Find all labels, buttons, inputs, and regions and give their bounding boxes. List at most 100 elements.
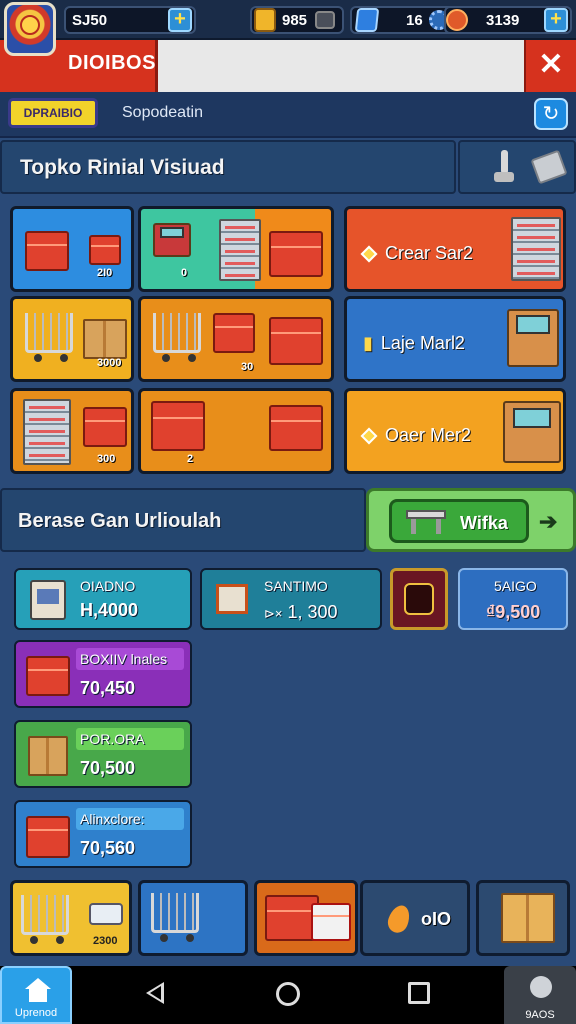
item-slot-box[interactable]	[476, 880, 570, 956]
shop-tile-row2-main[interactable]: ▮ Laje Marl2	[344, 296, 566, 382]
gift-icon	[216, 584, 248, 614]
recent-apps-icon[interactable]	[408, 982, 430, 1004]
navigation-bar: Uprenod 9AOS	[0, 966, 576, 1024]
red-box-icon	[151, 401, 205, 451]
slot-count: oIO	[421, 909, 451, 929]
profile-tab[interactable]: 9AOS	[504, 966, 576, 1024]
title-bar: DIOIBOS ✕	[0, 40, 576, 92]
category-badge[interactable]: DPRAIBIO	[8, 98, 98, 128]
work-button-label: Wifka	[460, 513, 508, 533]
sub-bar: DPRAIBIO Sopodeatin ↻	[0, 92, 576, 138]
sub-bar-text: Sopodeatin	[122, 104, 203, 121]
tile-count: 30	[241, 361, 254, 373]
red-box-icon	[89, 235, 121, 265]
money-value: SJ50	[72, 11, 108, 29]
cardboard-box-icon	[28, 736, 68, 776]
red-box-icon	[213, 313, 255, 353]
back-icon[interactable]	[146, 982, 164, 1004]
item-slot-cart[interactable]: 2300	[10, 880, 132, 956]
card-name: Alinxclore:	[80, 811, 145, 827]
wrench-icon	[492, 150, 516, 184]
resource-card-7[interactable]: Alinxclore: 70,560	[14, 800, 192, 868]
resource-card-4[interactable]: 5AIGO ₫9,500	[458, 568, 568, 630]
red-box-icon	[269, 317, 323, 365]
shop-tile-register[interactable]: 0	[138, 206, 334, 292]
printer-icon	[30, 580, 66, 620]
coin-counter: 985	[250, 6, 344, 34]
coin-icon	[254, 8, 276, 32]
tile-count: 0	[181, 267, 188, 279]
resource-card-5[interactable]: BOXIIV lnales 70,450	[14, 640, 192, 708]
tile-count: 2	[187, 453, 194, 465]
system-home-icon[interactable]	[276, 982, 300, 1006]
shopping-cart-icon	[151, 893, 199, 942]
shop-tile-mailbox[interactable]: 2I0	[10, 206, 134, 292]
card-value: 70,450	[80, 678, 136, 698]
rack-icon	[23, 399, 71, 465]
resource-card-6[interactable]: POR.ORA 70,500	[14, 720, 192, 788]
red-box-icon	[269, 405, 323, 451]
home-tab-label: Uprenod	[14, 1007, 58, 1019]
shopping-cart-icon	[25, 313, 73, 362]
shop-tile-row1-main[interactable]: Crear Sar2	[344, 206, 566, 292]
coin-value: 985	[282, 11, 308, 29]
shop-tile-cart[interactable]: 3000	[10, 296, 134, 382]
arrow-right-icon[interactable]: ➔	[539, 509, 557, 535]
shopping-cart-icon	[153, 313, 201, 362]
work-button-panel: Wifka ➔	[366, 488, 576, 552]
money-counter: SJ50 +	[64, 6, 196, 34]
money-bag-icon	[404, 583, 434, 615]
token-counter: 3139 +	[444, 6, 572, 34]
red-crate-icon	[26, 816, 70, 858]
money-bag-card[interactable]	[390, 568, 448, 630]
resource-card-1[interactable]: OIADNO H,4000	[14, 568, 192, 630]
tools-panel[interactable]	[458, 140, 576, 194]
cardboard-box-icon	[501, 893, 555, 943]
row3-label: Oaer Mer2	[360, 425, 471, 446]
add-token-button[interactable]: +	[544, 8, 568, 32]
page-title: DIOIBOS	[68, 52, 156, 74]
shop-tile-boxes[interactable]: 2	[138, 388, 334, 474]
profile-icon	[530, 976, 552, 998]
flame-icon	[384, 902, 414, 936]
work-button[interactable]: Wifka	[389, 499, 529, 543]
shop-tile-cart-box[interactable]: 30	[138, 296, 334, 382]
shop-tile-rack[interactable]: 300	[10, 388, 134, 474]
close-button[interactable]: ✕	[524, 40, 576, 92]
player-emblem-icon[interactable]	[4, 2, 56, 56]
card-name: POR.ORA	[80, 731, 145, 747]
red-box-icon	[269, 231, 323, 277]
diamond-icon	[360, 245, 378, 263]
shop-tile-row3-main[interactable]: Oaer Mer2	[344, 388, 566, 474]
gem-icon	[354, 8, 380, 32]
workbench-icon	[406, 510, 446, 534]
token-icon	[446, 9, 468, 31]
vending-machine-icon	[503, 401, 561, 463]
red-box-icon	[83, 407, 127, 447]
row1-label: Crear Sar2	[360, 243, 473, 264]
item-slot-cart-2[interactable]	[138, 880, 248, 956]
refresh-button[interactable]: ↻	[534, 98, 568, 130]
tape-icon	[530, 149, 568, 185]
resource-card-2[interactable]: SANTIMO ⊳× 1, 300	[200, 568, 382, 630]
card-value: H,4000	[80, 600, 139, 620]
soap-icon	[89, 903, 123, 925]
home-tab[interactable]: Uprenod	[0, 966, 72, 1024]
fridge-icon	[511, 217, 561, 281]
tile-count: 2I0	[97, 267, 113, 279]
add-money-button[interactable]: +	[168, 8, 192, 32]
card-value: 70,500	[80, 758, 136, 778]
slot-count: 2300	[93, 935, 118, 947]
arcade-machine-icon	[507, 309, 559, 367]
item-slot-fire[interactable]: oIO	[360, 880, 470, 956]
refresh-icon: ↻	[542, 103, 560, 125]
card-name: 5AIGO	[494, 578, 537, 594]
card-value: ₫9,500	[486, 602, 541, 622]
section-title-upgrades: Berase Gan Urlioulah	[18, 510, 222, 532]
shopping-cart-icon	[21, 895, 69, 944]
home-icon	[25, 978, 51, 1002]
item-slot-boxes[interactable]	[254, 880, 358, 956]
card-value: 70,560	[80, 838, 136, 858]
row2-label: ▮ Laje Marl2	[363, 333, 465, 353]
controller-icon	[315, 11, 336, 29]
